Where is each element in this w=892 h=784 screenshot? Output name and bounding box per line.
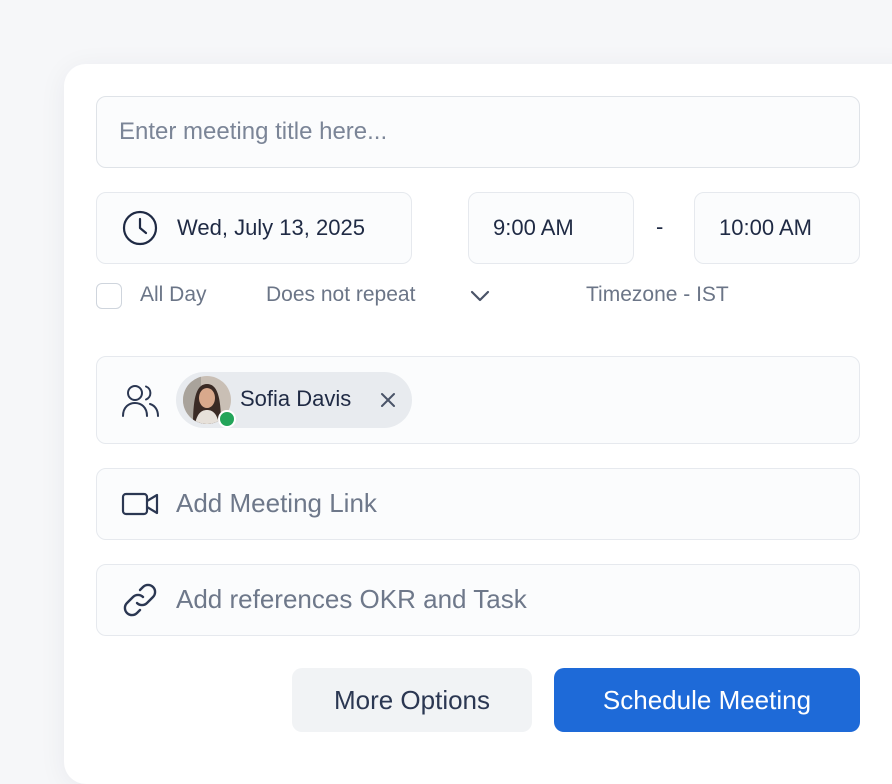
time-separator: - <box>656 214 664 239</box>
presence-indicator <box>218 410 236 428</box>
more-options-button[interactable]: More Options <box>292 668 532 732</box>
timezone-selector[interactable]: Timezone - IST <box>586 283 729 307</box>
meeting-link-placeholder: Add Meeting Link <box>176 488 377 518</box>
all-day-label: All Day <box>140 283 207 306</box>
references-placeholder: Add references OKR and Task <box>176 584 527 614</box>
all-day-checkbox[interactable] <box>96 283 122 309</box>
date-picker[interactable]: Wed, July 13, 2025 <box>96 192 412 264</box>
clock-icon <box>122 210 158 246</box>
repeat-dropdown[interactable]: Does not repeat <box>266 283 415 307</box>
meeting-title-input[interactable] <box>96 96 860 168</box>
end-time-value: 10:00 AM <box>719 215 812 240</box>
users-icon <box>122 385 159 417</box>
attendee-name: Sofia Davis <box>240 386 352 411</box>
close-icon[interactable] <box>377 389 399 411</box>
video-icon <box>121 492 159 516</box>
start-time-value: 9:00 AM <box>493 215 574 240</box>
link-icon <box>123 583 157 617</box>
chevron-down-icon[interactable] <box>468 285 492 307</box>
date-value: Wed, July 13, 2025 <box>177 215 365 240</box>
start-time-picker[interactable]: 9:00 AM <box>468 192 634 264</box>
end-time-picker[interactable]: 10:00 AM <box>694 192 860 264</box>
schedule-meeting-button[interactable]: Schedule Meeting <box>554 668 860 732</box>
